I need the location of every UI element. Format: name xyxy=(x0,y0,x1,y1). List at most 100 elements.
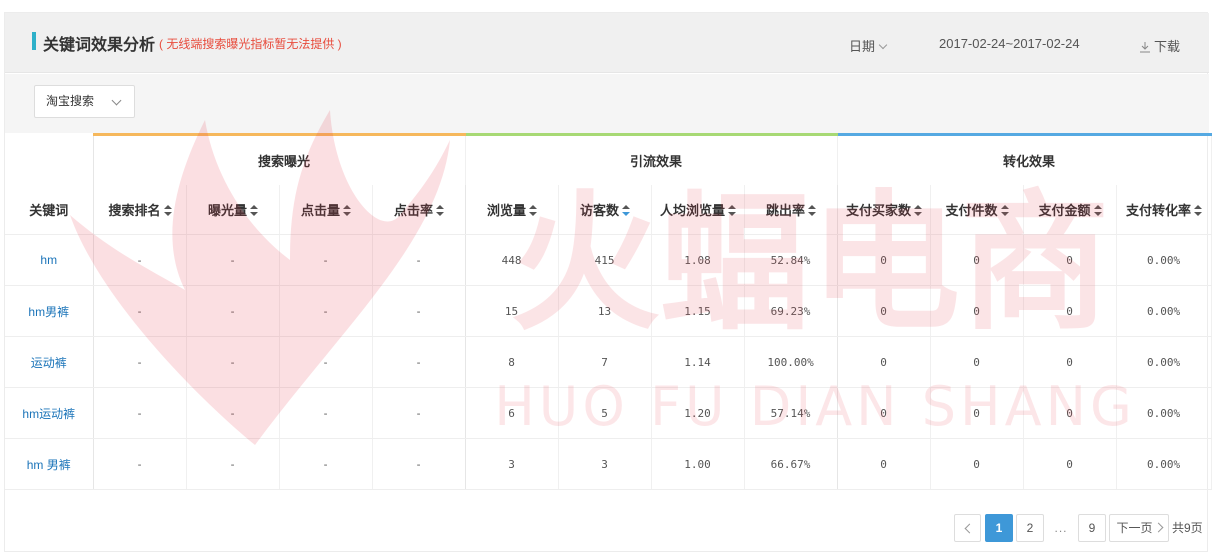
cell-rank: - xyxy=(93,336,187,388)
chevron-down-icon xyxy=(878,40,888,50)
cell-pv-per-visitor: 1.20 xyxy=(651,387,745,439)
chevron-down-icon xyxy=(111,95,122,106)
table-row: hm男裤 - - - - 15 13 1.15 69.23% 0 0 0 0.0… xyxy=(5,285,1212,337)
group-conversion-effect: 转化效果 xyxy=(837,133,1212,185)
cell-rank: - xyxy=(93,387,187,439)
cell-rank: - xyxy=(93,234,187,286)
cell-clicks: - xyxy=(279,438,373,490)
keyword-table: 搜索曝光 引流效果 转化效果 关键词 搜索排名 曝光量 点击量 点击率 浏览量 … xyxy=(5,133,1212,490)
cell-visitors: 13 xyxy=(558,285,652,337)
cell-ctr: - xyxy=(372,234,466,286)
keyword-link[interactable]: hm男裤 xyxy=(5,285,94,337)
col-conv-rate[interactable]: 支付转化率 xyxy=(1116,184,1212,235)
sort-icon[interactable] xyxy=(728,204,737,216)
col-rank-label: 搜索排名 xyxy=(108,202,161,218)
col-clicks[interactable]: 点击量 xyxy=(279,184,373,235)
cell-ctr: - xyxy=(372,387,466,439)
page-button-9[interactable]: 9 xyxy=(1078,514,1106,542)
col-items[interactable]: 支付件数 xyxy=(930,184,1024,235)
cell-pageviews: 15 xyxy=(465,285,559,337)
cell-pageviews: 448 xyxy=(465,234,559,286)
cell-amount: 0 xyxy=(1023,234,1117,286)
sort-icon[interactable] xyxy=(343,204,351,216)
cell-bounce: 57.14% xyxy=(744,387,838,439)
cell-pageviews: 3 xyxy=(465,438,559,490)
cell-visitors: 5 xyxy=(558,387,652,439)
source-select[interactable]: 淘宝搜索 xyxy=(34,85,135,118)
cell-bounce: 52.84% xyxy=(744,234,838,286)
chevron-right-icon xyxy=(1153,522,1163,533)
col-pv-per-visitor[interactable]: 人均浏览量 xyxy=(651,184,745,235)
cell-buyers: 0 xyxy=(837,336,931,388)
group-search-exposure: 搜索曝光 xyxy=(93,133,466,185)
col-pv-per-visitor-label: 人均浏览量 xyxy=(660,202,726,218)
col-rank[interactable]: 搜索排名 xyxy=(93,184,187,235)
prev-page-button[interactable] xyxy=(954,514,981,542)
keyword-link[interactable]: hm运动裤 xyxy=(5,387,94,439)
keyword-analysis-panel: 关键词效果分析 ( 无线端搜索曝光指标暂无法提供 ) 日期 2017-02-24… xyxy=(4,12,1212,552)
keyword-link[interactable]: 运动裤 xyxy=(5,336,94,388)
table-row: hm 男裤 - - - - 3 3 1.00 66.67% 0 0 0 0.00… xyxy=(5,438,1212,490)
cell-buyers: 0 xyxy=(837,285,931,337)
cell-buyers: 0 xyxy=(837,387,931,439)
total-pages: 共9页 xyxy=(1172,521,1203,535)
table-row: hm运动裤 - - - - 6 5 1.20 57.14% 0 0 0 0.00… xyxy=(5,387,1212,439)
download-button[interactable]: 下载 xyxy=(1139,36,1180,55)
cell-impressions: - xyxy=(186,234,280,286)
col-buyers-label: 支付买家数 xyxy=(846,202,912,218)
col-bounce[interactable]: 跳出率 xyxy=(744,184,838,235)
cell-pv-per-visitor: 1.15 xyxy=(651,285,745,337)
table-row: hm - - - - 448 415 1.08 52.84% 0 0 0 0.0… xyxy=(5,234,1212,286)
date-dropdown-label: 日期 xyxy=(849,39,876,54)
sort-icon[interactable] xyxy=(529,204,538,216)
cell-impressions: - xyxy=(186,285,280,337)
cell-amount: 0 xyxy=(1023,438,1117,490)
sort-icon[interactable] xyxy=(163,204,172,216)
next-page-button[interactable]: 下一页 xyxy=(1109,514,1169,542)
col-pageviews-label: 浏览量 xyxy=(487,202,527,218)
cell-conv-rate: 0.00% xyxy=(1116,285,1212,337)
sort-icon[interactable] xyxy=(1000,204,1009,216)
col-amount[interactable]: 支付金额 xyxy=(1023,184,1117,235)
sort-icon[interactable] xyxy=(808,204,817,216)
sort-icon[interactable] xyxy=(1093,204,1102,216)
date-dropdown[interactable]: 日期 xyxy=(849,36,888,55)
col-impressions-label: 曝光量 xyxy=(207,202,247,218)
panel-header: 关键词效果分析 ( 无线端搜索曝光指标暂无法提供 ) 日期 2017-02-24… xyxy=(5,13,1209,73)
col-visitors-label: 访客数 xyxy=(580,202,620,218)
cell-clicks: - xyxy=(279,336,373,388)
cell-clicks: - xyxy=(279,387,373,439)
title-note: ( 无线端搜索曝光指标暂无法提供 ) xyxy=(159,37,342,51)
table-row: 运动裤 - - - - 8 7 1.14 100.00% 0 0 0 0.00% xyxy=(5,336,1212,388)
sort-desc-icon[interactable] xyxy=(622,204,631,216)
cell-conv-rate: 0.00% xyxy=(1116,336,1212,388)
cell-items: 0 xyxy=(930,234,1024,286)
col-buyers[interactable]: 支付买家数 xyxy=(837,184,931,235)
cell-conv-rate: 0.00% xyxy=(1116,234,1212,286)
cell-clicks: - xyxy=(279,234,373,286)
col-ctr-label: 点击率 xyxy=(394,202,434,218)
sort-icon[interactable] xyxy=(914,204,923,216)
date-range: 2017-02-24~2017-02-24 xyxy=(939,36,1080,51)
sort-icon[interactable] xyxy=(1194,204,1203,216)
col-conv-rate-label: 支付转化率 xyxy=(1126,202,1192,218)
keyword-link[interactable]: hm xyxy=(5,234,94,286)
col-bounce-label: 跳出率 xyxy=(766,202,806,218)
col-items-label: 支付件数 xyxy=(945,202,998,218)
cell-bounce: 100.00% xyxy=(744,336,838,388)
cell-pageviews: 8 xyxy=(465,336,559,388)
col-pageviews[interactable]: 浏览量 xyxy=(465,184,559,235)
sort-icon[interactable] xyxy=(436,204,445,216)
page-button-2[interactable]: 2 xyxy=(1016,514,1044,542)
cell-impressions: - xyxy=(186,387,280,439)
pagination-ellipsis: ... xyxy=(1054,521,1068,535)
cell-buyers: 0 xyxy=(837,438,931,490)
keyword-link[interactable]: hm 男裤 xyxy=(5,438,94,490)
col-ctr[interactable]: 点击率 xyxy=(372,184,466,235)
cell-conv-rate: 0.00% xyxy=(1116,438,1212,490)
col-impressions[interactable]: 曝光量 xyxy=(186,184,280,235)
page-button-1[interactable]: 1 xyxy=(985,514,1013,542)
download-label: 下载 xyxy=(1154,39,1181,54)
sort-icon[interactable] xyxy=(250,204,258,216)
col-visitors[interactable]: 访客数 xyxy=(558,184,652,235)
